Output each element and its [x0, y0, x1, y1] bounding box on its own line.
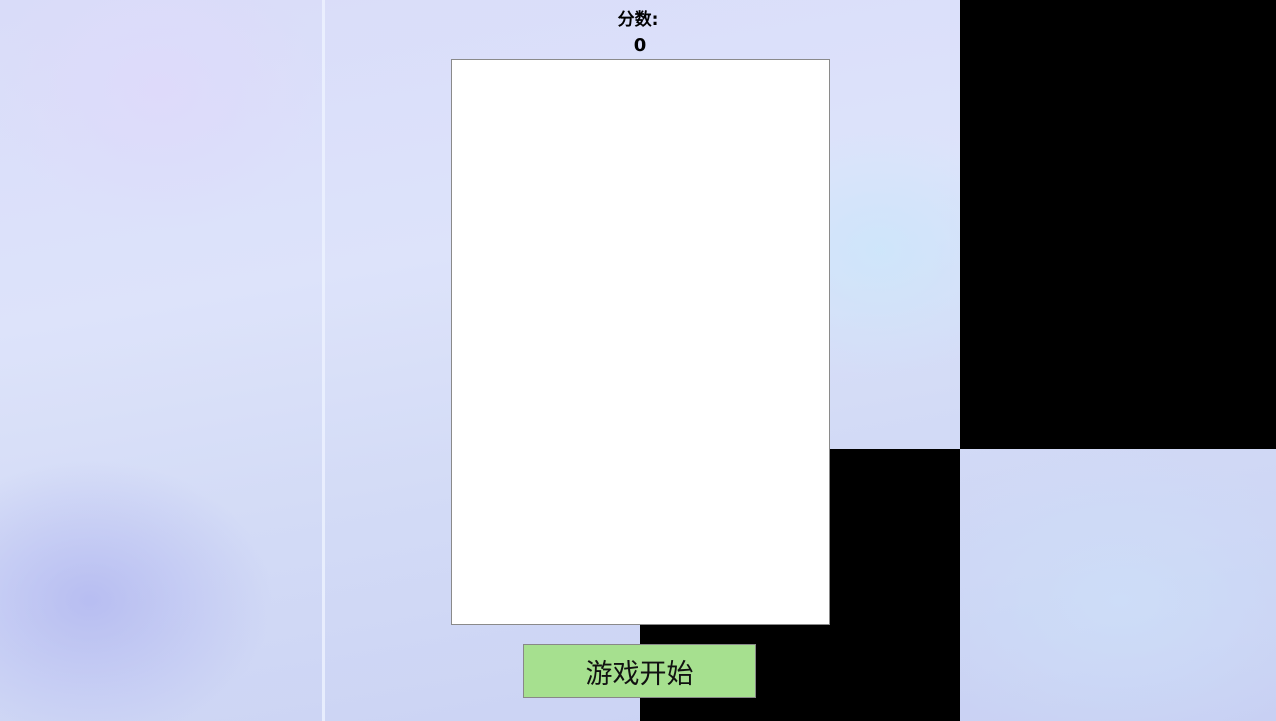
score-value: 0 [633, 35, 647, 56]
game-stage: 分数: 0 游戏开始 [0, 0, 1276, 721]
black-tile [960, 0, 1276, 449]
background-divider [322, 0, 325, 721]
start-game-button[interactable]: 游戏开始 [523, 644, 756, 698]
game-board[interactable] [451, 59, 830, 625]
score-label: 分数: [617, 10, 659, 30]
